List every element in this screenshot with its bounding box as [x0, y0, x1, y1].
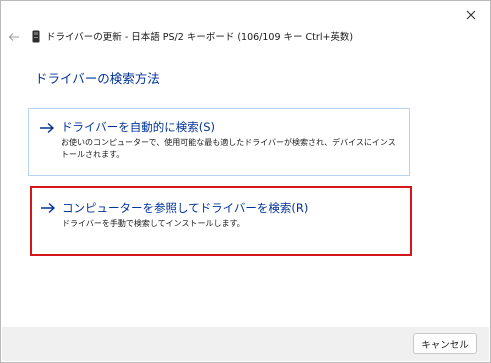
page-heading: ドライバーの検索方法 — [35, 71, 160, 86]
back-button[interactable] — [5, 27, 23, 47]
cancel-button[interactable]: キャンセル — [413, 333, 477, 354]
title-bar: ドライバーの更新 - 日本語 PS/2 キーボード (106/109 キー Ct… — [1, 25, 490, 49]
driver-update-dialog: ドライバーの更新 - 日本語 PS/2 キーボード (106/109 キー Ct… — [0, 0, 491, 363]
keyboard-device-icon — [32, 30, 40, 43]
browse-computer-option[interactable]: コンピューターを参照してドライバーを検索(R) ドライバーを手動で検索してインス… — [30, 186, 412, 256]
option-description: ドライバーを手動で検索してインストールします。 — [62, 219, 245, 228]
dialog-title: ドライバーの更新 - 日本語 PS/2 キーボード (106/109 キー Ct… — [46, 32, 354, 43]
close-button[interactable] — [458, 4, 484, 26]
option-title: ドライバーを自動的に検索(S) — [61, 120, 216, 134]
arrow-right-icon — [40, 122, 55, 134]
option-title: コンピューターを参照してドライバーを検索(R) — [62, 201, 309, 215]
arrow-right-icon — [41, 202, 56, 214]
footer-bar: キャンセル — [2, 327, 489, 361]
search-automatically-option[interactable]: ドライバーを自動的に検索(S) お使いのコンピューターで、使用可能な最も適したド… — [28, 108, 410, 176]
back-arrow-icon — [8, 33, 19, 41]
option-description: お使いのコンピューターで、使用可能な最も適したドライバーが検索され、デバイスにイ… — [61, 138, 396, 159]
close-icon — [466, 10, 476, 20]
